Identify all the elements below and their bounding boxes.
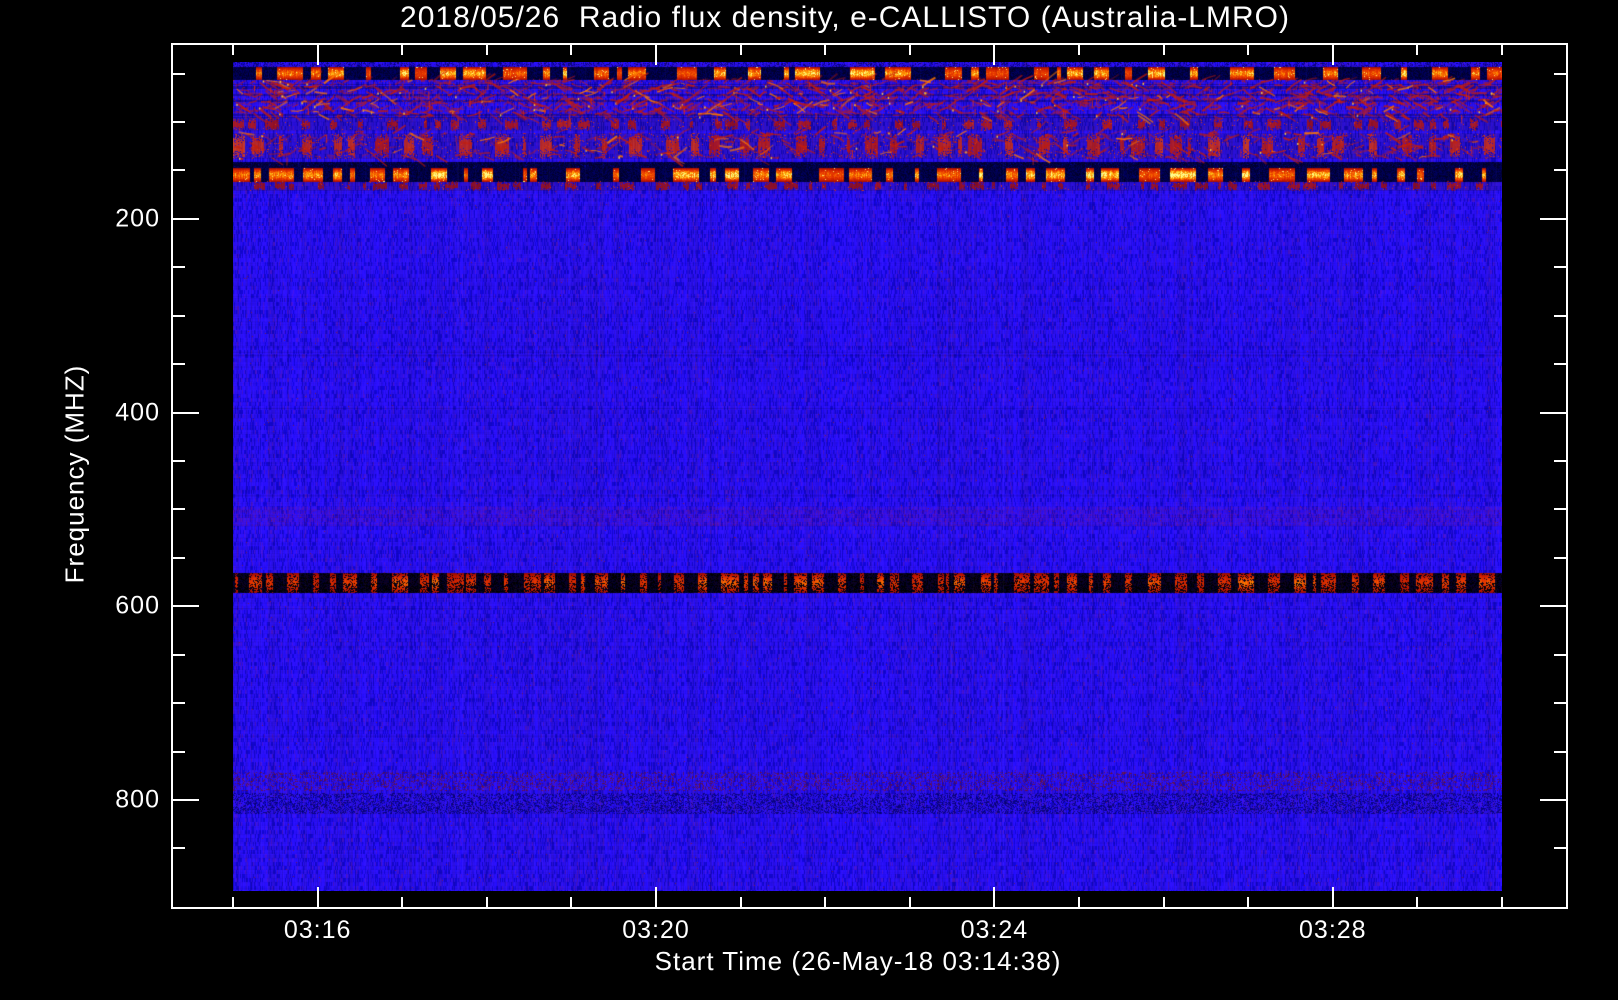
- y-tick-minor: [1554, 557, 1566, 559]
- x-tick-label: 03:28: [1299, 916, 1367, 944]
- x-tick-minor: [1163, 45, 1165, 55]
- y-tick-minor: [1554, 315, 1566, 317]
- x-tick-minor: [909, 897, 911, 907]
- y-tick-minor: [173, 266, 185, 268]
- y-tick-major: [1540, 412, 1566, 414]
- x-tick-minor: [824, 45, 826, 55]
- x-tick-label: 03:16: [283, 916, 352, 944]
- y-tick-minor: [173, 751, 185, 753]
- y-tick-minor: [173, 847, 185, 849]
- x-tick-minor: [401, 45, 403, 55]
- y-tick-label: 400: [115, 398, 160, 427]
- y-tick-minor: [173, 363, 185, 365]
- y-tick-label: 800: [115, 785, 160, 814]
- spectrogram-image: [233, 62, 1502, 891]
- x-tick-minor: [740, 897, 742, 907]
- x-tick-minor: [401, 897, 403, 907]
- y-tick-minor: [173, 121, 185, 123]
- y-tick-minor: [173, 508, 185, 510]
- y-tick-minor: [1554, 266, 1566, 268]
- y-tick-minor: [173, 169, 185, 171]
- y-tick-minor: [173, 702, 185, 704]
- y-tick-major: [1540, 799, 1566, 801]
- x-tick-minor: [1078, 45, 1080, 55]
- x-tick-minor: [1247, 897, 1249, 907]
- x-tick-minor: [570, 897, 572, 907]
- spectrogram-figure: 2018/05/26 Radio flux density, e-CALLIST…: [0, 0, 1618, 1000]
- y-tick-label: 200: [115, 204, 160, 233]
- y-tick-major: [173, 605, 199, 607]
- x-tick-major: [317, 45, 319, 65]
- x-tick-minor: [570, 45, 572, 55]
- y-tick-minor: [1554, 363, 1566, 365]
- x-tick-minor: [1247, 45, 1249, 55]
- x-tick-minor: [486, 45, 488, 55]
- y-tick-minor: [1554, 847, 1566, 849]
- x-tick-major: [1332, 45, 1334, 65]
- y-tick-minor: [1554, 121, 1566, 123]
- y-tick-minor: [1554, 751, 1566, 753]
- x-tick-minor: [909, 45, 911, 55]
- x-tick-minor: [740, 45, 742, 55]
- y-tick-minor: [1554, 702, 1566, 704]
- x-tick-minor: [232, 897, 234, 907]
- y-tick-minor: [1554, 73, 1566, 75]
- x-axis-title: Start Time (26-May-18 03:14:38): [654, 946, 1062, 976]
- x-tick-minor: [1163, 897, 1165, 907]
- x-tick-major: [655, 887, 657, 907]
- x-tick-major: [317, 887, 319, 907]
- x-tick-label: 03:20: [622, 916, 690, 944]
- y-tick-major: [173, 799, 199, 801]
- y-axis-title: Frequency (MHZ): [59, 364, 90, 584]
- y-tick-minor: [173, 654, 185, 656]
- x-tick-major: [993, 45, 995, 65]
- y-tick-minor: [1554, 169, 1566, 171]
- x-tick-minor: [1416, 45, 1418, 55]
- x-tick-minor: [1501, 897, 1503, 907]
- y-tick-minor: [1554, 508, 1566, 510]
- y-tick-major: [173, 412, 199, 414]
- x-tick-minor: [486, 897, 488, 907]
- x-tick-major: [655, 45, 657, 65]
- chart-title: 2018/05/26 Radio flux density, e-CALLIST…: [400, 1, 1290, 34]
- x-tick-minor: [1078, 897, 1080, 907]
- y-tick-major: [1540, 605, 1566, 607]
- x-tick-major: [993, 887, 995, 907]
- y-tick-minor: [173, 315, 185, 317]
- y-tick-minor: [173, 557, 185, 559]
- y-tick-minor: [1554, 654, 1566, 656]
- x-tick-major: [1332, 887, 1334, 907]
- x-tick-minor: [1501, 45, 1503, 55]
- y-tick-minor: [173, 73, 185, 75]
- x-tick-minor: [824, 897, 826, 907]
- y-tick-major: [173, 218, 199, 220]
- y-tick-major: [1540, 218, 1566, 220]
- y-tick-minor: [173, 460, 185, 462]
- y-tick-label: 600: [115, 591, 160, 620]
- x-tick-minor: [232, 45, 234, 55]
- x-tick-minor: [1416, 897, 1418, 907]
- y-tick-minor: [1554, 460, 1566, 462]
- x-tick-label: 03:24: [960, 916, 1029, 944]
